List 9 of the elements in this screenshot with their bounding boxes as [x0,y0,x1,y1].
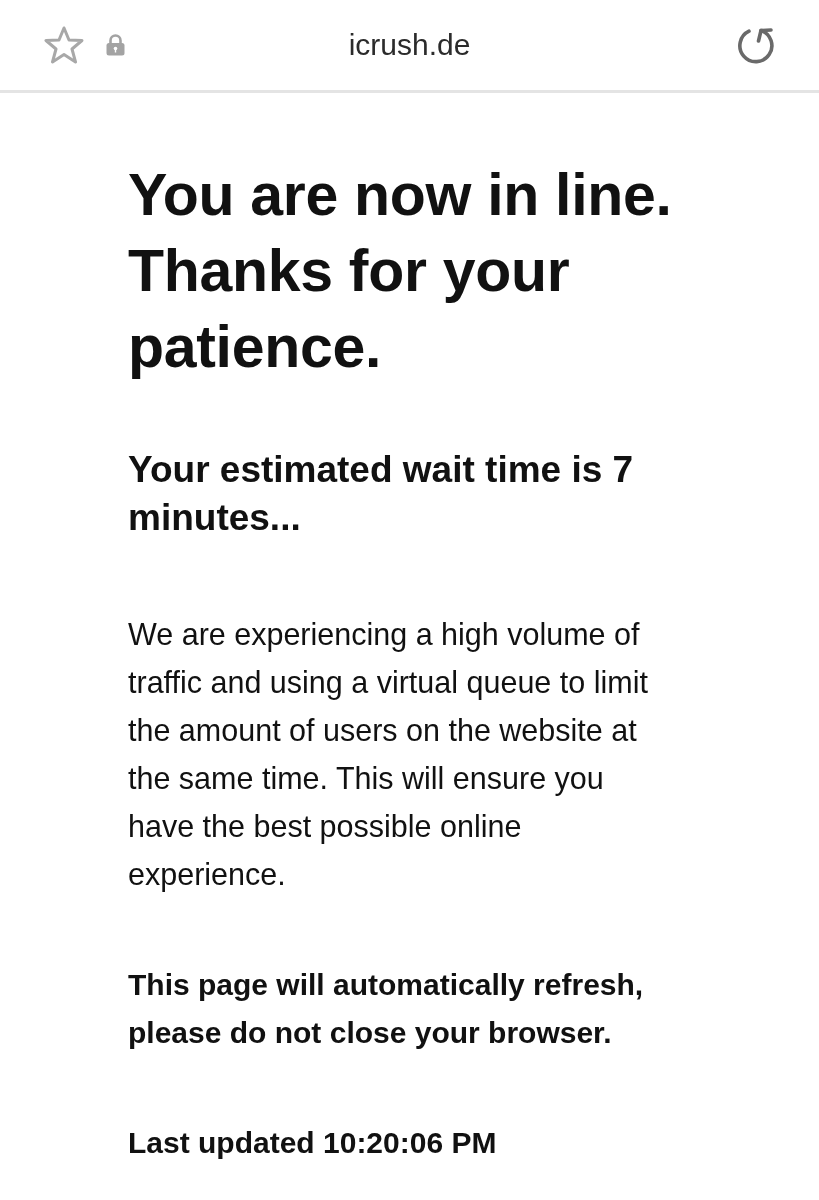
reload-icon[interactable] [737,26,775,64]
address-url[interactable]: icrush.de [348,28,471,62]
last-updated-text: Last updated 10:20:06 PM [128,1125,498,1161]
bookmark-star-icon[interactable] [44,26,84,64]
refresh-notice: This page will automatically refresh, please do not close your browser. [128,967,645,1051]
page-heading: You are now in line. Thanks for your patience. [128,161,673,382]
queue-message: We are experiencing a high volume of traffic and using a virtual queue to limit the amount of users on the website at the same time. This will ensure you have the best possible online experience. [128,616,649,894]
lock-icon[interactable] [106,34,125,56]
wait-time-heading: Your estimated wait time is 7 minutes... [128,448,635,540]
